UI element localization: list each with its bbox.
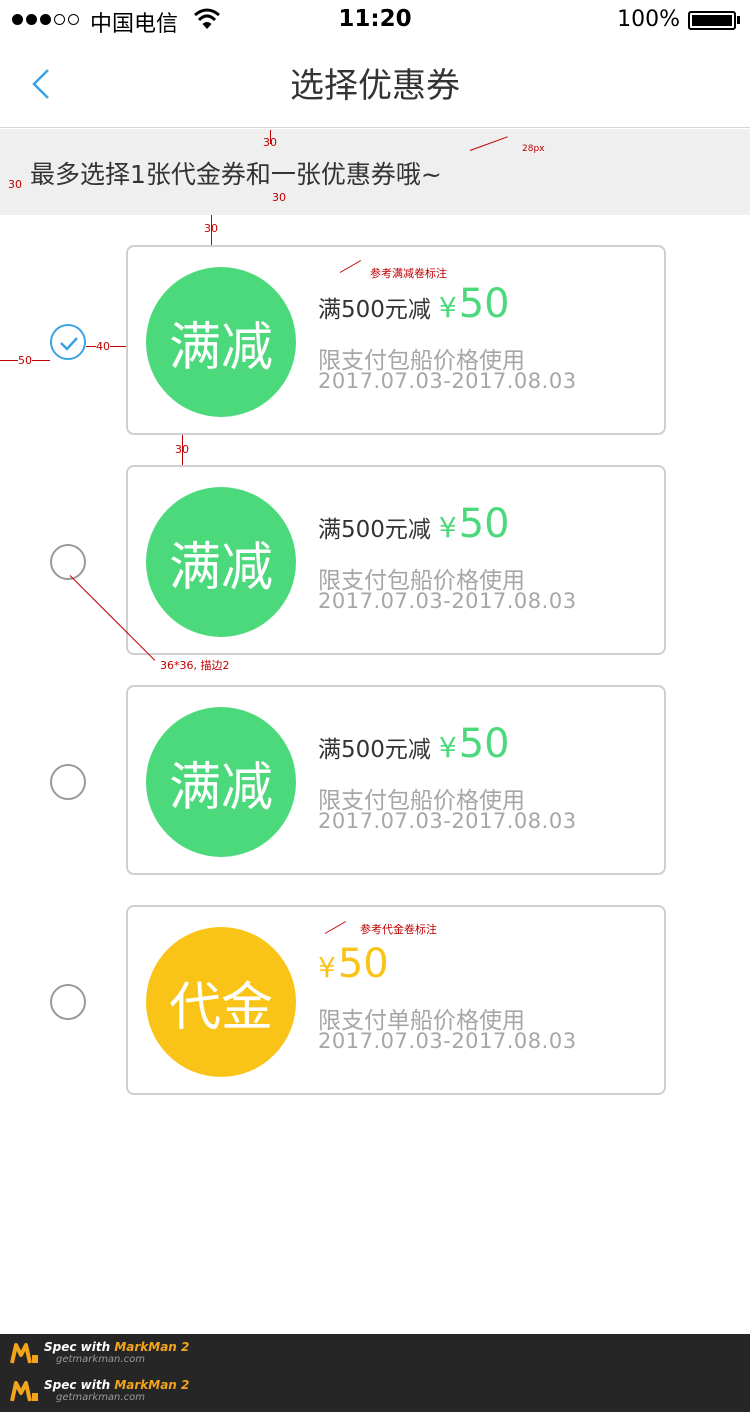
watermark-url: getmarkman.com [56,1392,145,1403]
coupon-period: 2017.07.03-2017.08.03 [318,369,577,393]
amount-value: 50 [458,721,510,767]
coupon-3-radio[interactable] [50,764,86,800]
discount-badge: 满减 [146,487,296,637]
coupon-amount: ¥50 [439,281,510,327]
discount-badge: 满减 [146,707,296,857]
annotation-radio-right: 40 [96,340,110,353]
watermark-row: Spec with MarkMan 2 getmarkman.com [10,1340,189,1365]
coupon-2-radio[interactable] [50,544,86,580]
discount-badge: 满减 [146,267,296,417]
amount-value: 50 [458,281,510,327]
checkmark-icon [60,337,78,351]
voucher-amount: ¥50 [318,941,389,987]
battery-percent: 100% [617,7,680,32]
annotation-gap-bottom: 30 [272,191,286,204]
annotation-font-size: 28px [522,144,545,154]
coupon-period: 2017.07.03-2017.08.03 [318,589,577,613]
currency-symbol: ¥ [438,731,457,764]
annotation-radio-spec: 36*36, 描边2 [160,659,230,672]
annotation-left-margin: 30 [8,178,22,191]
coupon-condition: 满500元减 [318,517,431,543]
coupon-card-2[interactable]: 满减 满500元减 ¥50 限支付包船价格使用 2017.07.03-2017.… [126,465,666,655]
coupon-condition: 满500元减 [318,737,431,763]
navigation-bar: 选择优惠券 [0,40,750,128]
currency-symbol: ¥ [438,511,457,544]
amount-value: 50 [458,501,510,547]
watermark-prefix: Spec with [44,1340,115,1354]
annotation-voucher-ref: 参考代金卷标注 [360,923,437,936]
watermark-url: getmarkman.com [56,1354,145,1365]
watermark-brand: MarkMan 2 [114,1340,190,1354]
coupon-card-3[interactable]: 满减 满500元减 ¥50 限支付包船价格使用 2017.07.03-2017.… [126,685,666,875]
battery-tip [737,16,740,24]
coupon-amount: ¥50 [439,721,510,767]
markman-logo-icon [10,1342,38,1363]
selection-notice: 最多选择1张代金券和一张优惠券哦~ [0,129,750,215]
page-title: 选择优惠券 [290,66,460,106]
annotation-coupon-top-gap: 30 [204,222,218,235]
currency-symbol: ¥ [438,291,457,324]
watermark-row: Spec with MarkMan 2 getmarkman.com [10,1378,189,1403]
annotation-discount-ref: 参考满减卷标注 [370,267,447,280]
annotation-gap-top: 30 [263,136,277,149]
coupon-period: 2017.07.03-2017.08.03 [318,809,577,833]
currency-symbol: ¥ [318,951,336,984]
notice-text: 最多选择1张代金券和一张优惠券哦~ [30,160,442,189]
markman-logo-icon [10,1380,38,1401]
voucher-badge: 代金 [146,927,296,1077]
annotation-radio-left: 50 [18,354,32,367]
markman-watermark: Spec with MarkMan 2 getmarkman.com Spec … [0,1334,750,1412]
coupon-1-radio-checked[interactable] [50,324,86,360]
status-bar: 中国电信 11:20 100% [0,0,750,40]
annotation-coupon-gap: 30 [175,443,189,456]
coupon-amount: ¥50 [439,501,510,547]
coupon-period: 2017.07.03-2017.08.03 [318,1029,577,1053]
coupon-condition: 满500元减 [318,297,431,323]
coupon-4-radio[interactable] [50,984,86,1020]
watermark-prefix: Spec with [44,1378,115,1392]
amount-value: 50 [337,941,389,987]
watermark-brand: MarkMan 2 [114,1378,190,1392]
battery-icon [688,11,736,30]
